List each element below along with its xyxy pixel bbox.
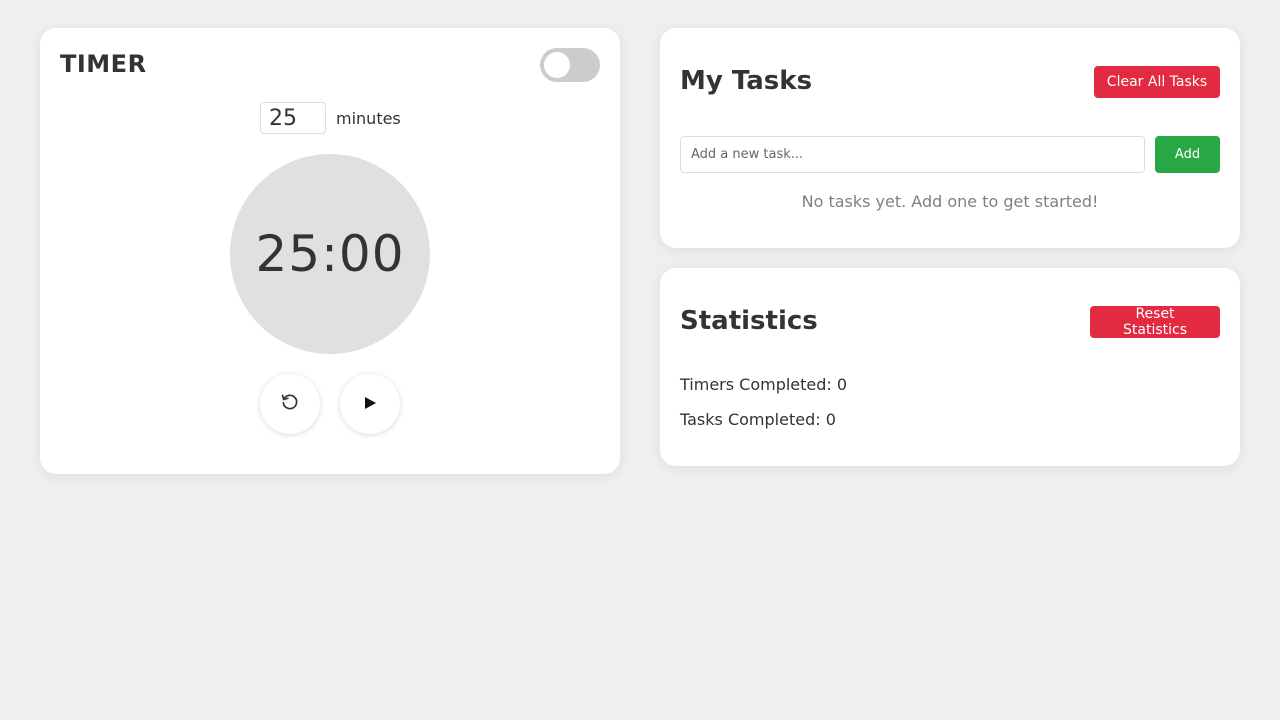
add-task-button[interactable]: Add (1155, 136, 1220, 173)
timer-title: TIMER (60, 50, 147, 78)
timers-completed-stat: Timers Completed: 0 (680, 375, 848, 394)
empty-tasks-message: No tasks yet. Add one to get started! (801, 192, 1099, 211)
play-icon (363, 395, 377, 414)
statistics-title: Statistics (680, 306, 818, 336)
toggle-knob (544, 52, 570, 78)
reset-statistics-button[interactable]: Reset Statistics (1090, 306, 1220, 338)
new-task-input[interactable] (680, 136, 1145, 173)
minutes-label: minutes (336, 108, 401, 128)
timer-card: TIMER minutes 25:00 (40, 28, 620, 474)
mode-toggle[interactable] (540, 48, 600, 82)
reset-icon (280, 392, 300, 416)
statistics-card: Statistics Reset Statistics Timers Compl… (660, 268, 1240, 466)
timer-display: 25:00 (230, 154, 430, 354)
tasks-card: My Tasks Clear All Tasks Add No tasks ye… (660, 28, 1240, 248)
clear-all-tasks-button[interactable]: Clear All Tasks (1094, 66, 1220, 98)
timer-display-text: 25:00 (255, 225, 405, 283)
minutes-row: minutes (260, 102, 401, 134)
tasks-completed-stat: Tasks Completed: 0 (680, 410, 836, 429)
minutes-input[interactable] (260, 102, 326, 134)
reset-timer-button[interactable] (260, 374, 320, 434)
tasks-title: My Tasks (680, 66, 813, 96)
play-button[interactable] (340, 374, 400, 434)
